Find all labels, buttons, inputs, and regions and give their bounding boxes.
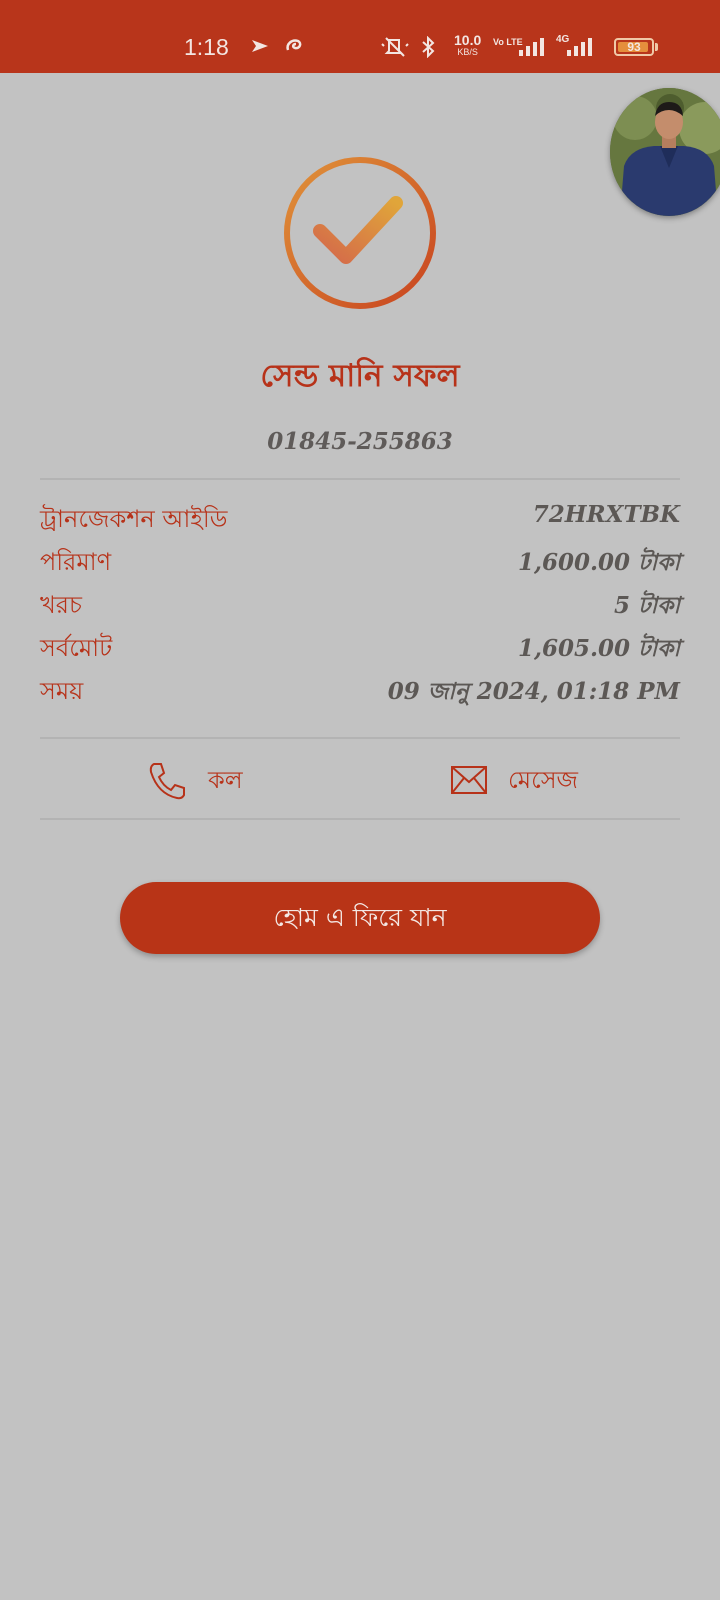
battery-icon: 93 <box>614 38 654 56</box>
divider <box>40 478 680 480</box>
chat-head-avatar[interactable] <box>610 88 720 216</box>
transaction-id-label: ট্রানজেকশন আইডি <box>40 505 228 533</box>
success-title: সেন্ড মানি সফল <box>260 358 460 394</box>
recipient-number: 01845-255863 <box>267 428 453 455</box>
status-time: 1:18 <box>184 34 229 60</box>
mute-icon <box>380 36 410 62</box>
amount-label: পরিমাণ <box>40 548 112 576</box>
detail-row-time: সময় 09 জানু 2024, 01:18 PM <box>40 673 680 713</box>
time-label: সময় <box>40 677 84 705</box>
total-value: 1,605.00 টাকা <box>517 635 680 662</box>
back-to-home-button[interactable]: হোম এ ফিরে যান <box>120 882 600 954</box>
success-check-icon <box>280 153 440 317</box>
detail-row-transaction-id: ট্রানজেকশন আইডি 72HRXTBK <box>40 501 680 541</box>
amount-value: 1,600.00 টাকা <box>517 549 680 576</box>
detail-row-charge: খরচ 5 টাকা <box>40 587 680 627</box>
detail-row-amount: পরিমাণ 1,600.00 টাকা <box>40 544 680 584</box>
divider <box>40 818 680 820</box>
time-value: 09 জানু 2024, 01:18 PM <box>387 678 680 705</box>
bluetooth-icon <box>420 35 436 62</box>
charge-label: খরচ <box>40 591 82 619</box>
signal-icon <box>518 36 548 62</box>
signal-4g-icon <box>566 36 596 62</box>
net-speed: 10.0 KB/S <box>454 32 482 57</box>
battery-cap <box>655 43 658 51</box>
battery-level: 93 <box>627 40 641 54</box>
navigation-icon <box>250 36 270 60</box>
call-label: কল <box>208 766 243 794</box>
notification-icon <box>284 36 304 60</box>
call-button[interactable]: কল <box>146 756 266 806</box>
transaction-id-value: 72HRXTBK <box>532 501 680 528</box>
status-bar: 1:18 10.0 KB/S Vo LTE 4G 93 <box>0 0 720 73</box>
phone-icon <box>146 760 188 806</box>
message-label: মেসেজ <box>508 766 579 794</box>
total-label: সর্বমোট <box>40 634 113 662</box>
detail-row-total: সর্বমোট 1,605.00 টাকা <box>40 630 680 670</box>
message-button[interactable]: মেসেজ <box>450 756 610 806</box>
envelope-icon <box>450 764 488 800</box>
divider <box>40 737 680 739</box>
charge-value: 5 টাকা <box>614 592 680 619</box>
